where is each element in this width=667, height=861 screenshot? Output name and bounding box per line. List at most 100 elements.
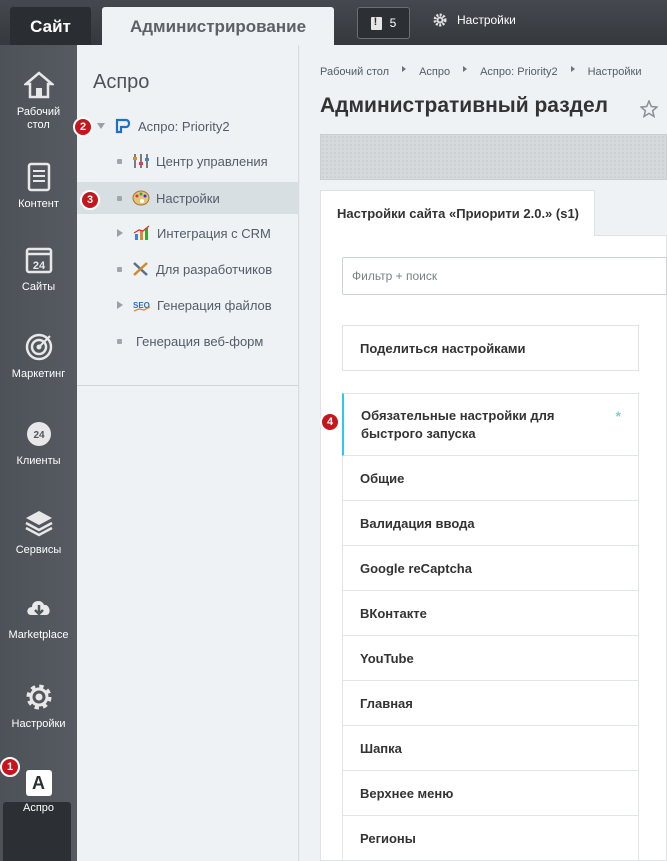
menu-item-file-generation[interactable]: SEO Генерация файлов: [77, 289, 299, 321]
clients-24-icon: 24: [26, 422, 51, 446]
aspro-a-icon: A: [25, 770, 52, 796]
breadcrumb-separator-icon: [402, 66, 407, 72]
settings-list-label: Регионы: [360, 830, 416, 846]
breadcrumb-item[interactable]: Аспро: [419, 66, 450, 78]
top-bar: Сайт Администрирование 5 Настройки: [0, 0, 667, 46]
menu-item-label: Центр управления: [156, 153, 268, 169]
star-icon[interactable]: [640, 100, 658, 118]
filter-search-input[interactable]: Фильтр + поиск: [342, 257, 667, 295]
rail-label: Клиенты: [16, 455, 61, 467]
svg-text:24: 24: [32, 260, 45, 272]
menu-item-crm-integration[interactable]: Интеграция с CRM: [77, 217, 299, 249]
menu-item-developers[interactable]: Для разработчиков: [77, 253, 299, 285]
tab-administration[interactable]: Администрирование: [102, 7, 334, 46]
settings-list-label: Шапка: [360, 740, 402, 756]
notifications-count: 5: [389, 16, 397, 30]
expand-arrow-icon[interactable]: [97, 123, 105, 129]
target-icon: [25, 333, 52, 361]
menu-item-webform-generation[interactable]: Генерация веб-форм: [77, 325, 299, 357]
bullet-icon: [117, 158, 122, 164]
breadcrumb-item[interactable]: Настройки: [588, 66, 642, 78]
tab-site[interactable]: Сайт: [10, 7, 91, 46]
rail-item-clients[interactable]: 24 Клиенты: [0, 419, 77, 468]
rail-item-desktop[interactable]: Рабочий стол: [0, 70, 77, 132]
rail-item-marketplace[interactable]: Marketplace: [0, 593, 77, 642]
menu-item-label: Генерация веб-форм: [136, 333, 264, 349]
seo-icon: SEO: [133, 301, 151, 312]
rail-item-sites[interactable]: 24 Сайты: [0, 245, 77, 294]
step-badge: 4: [320, 412, 340, 432]
gear-icon: [26, 684, 51, 710]
rail-label: Marketplace: [8, 629, 69, 641]
menu-item-aspro-priority2[interactable]: Аспро: Priority2: [77, 110, 299, 142]
svg-text:24: 24: [33, 430, 45, 441]
bullet-icon: [117, 266, 122, 272]
step-badge: 2: [73, 117, 93, 137]
expand-arrow-icon[interactable]: [117, 301, 123, 309]
settings-list-item[interactable]: Валидация ввода: [342, 501, 639, 546]
top-settings-link[interactable]: Настройки: [433, 13, 516, 27]
menu-item-label: Настройки: [156, 190, 220, 206]
notifications-button[interactable]: 5: [357, 7, 410, 39]
breadcrumb-item[interactable]: Аспро: Priority2: [480, 66, 557, 78]
menu-item-label: Генерация файлов: [157, 297, 272, 313]
settings-list-item[interactable]: Верхнее меню: [342, 771, 639, 816]
step-badge: 3: [80, 190, 100, 210]
settings-list-item[interactable]: Шапка: [342, 726, 639, 771]
breadcrumb-separator-icon: [463, 66, 468, 72]
breadcrumb-separator-icon: [570, 66, 575, 72]
rail-item-marketing[interactable]: Маркетинг: [0, 332, 77, 381]
settings-list-item[interactable]: Обязательные настройки для быстрого запу…: [342, 393, 639, 456]
settings-list-label: Google reCaptcha: [360, 560, 472, 576]
settings-list-label: ВКонтакте: [360, 605, 427, 621]
menu-item-settings[interactable]: Настройки: [77, 182, 299, 214]
cloud-download-icon: [26, 601, 50, 616]
step-badge: 1: [0, 757, 20, 777]
rail-item-settings[interactable]: Настройки: [0, 682, 77, 731]
menu-item-label: Аспро: Priority2: [138, 118, 230, 134]
tab-site-settings[interactable]: Настройки сайта «Приорити 2.0.» (s1): [320, 190, 595, 236]
settings-list-item[interactable]: YouTube: [342, 636, 639, 681]
top-settings-label: Настройки: [457, 13, 516, 27]
settings-list-item[interactable]: ВКонтакте: [342, 591, 639, 636]
settings-list-item[interactable]: Главная: [342, 681, 639, 726]
settings-list-label: Общие: [360, 470, 405, 486]
breadcrumb-item[interactable]: Рабочий стол: [320, 66, 389, 78]
palette-icon: [132, 190, 150, 206]
document-icon: [27, 162, 50, 192]
rail-label: Сайты: [21, 281, 56, 293]
settings-list-label: Валидация ввода: [360, 515, 475, 531]
rail-item-services[interactable]: Сервисы: [0, 508, 77, 557]
calendar-24-icon: 24: [25, 247, 52, 274]
home-icon: [23, 71, 54, 99]
breadcrumb: Рабочий стол Аспро Аспро: Priority2 Наст…: [320, 66, 642, 78]
settings-list-label: Главная: [360, 695, 413, 711]
expand-arrow-icon[interactable]: [117, 229, 123, 237]
sliders-icon: [133, 154, 149, 168]
menu-item-label: Интеграция с CRM: [157, 225, 271, 241]
settings-list-item[interactable]: Общие: [342, 456, 639, 501]
aspro-logo-icon: [115, 118, 131, 134]
rail-label: Рабочий стол: [16, 106, 61, 131]
main-content: Рабочий стол Аспро Аспро: Priority2 Наст…: [300, 45, 667, 861]
page-title: Административный раздел: [320, 94, 609, 117]
settings-list-item[interactable]: Регионы: [342, 816, 639, 861]
settings-list-item[interactable]: Google reCaptcha: [342, 546, 639, 591]
layers-icon: [24, 511, 53, 537]
chart-icon: [133, 225, 150, 240]
rail-label: Аспро: [22, 802, 55, 814]
settings-list-label: Обязательные настройки для быстрого запу…: [361, 407, 555, 441]
settings-list-label: YouTube: [360, 650, 414, 666]
settings-list: Обязательные настройки для быстрого запу…: [342, 393, 639, 861]
rail-label: Маркетинг: [11, 368, 66, 380]
settings-list-label: Верхнее меню: [360, 785, 454, 801]
bullet-icon: [117, 195, 122, 201]
tools-icon: [133, 262, 148, 276]
rail-label: Сервисы: [15, 544, 62, 556]
rail-label: Контент: [18, 198, 59, 210]
share-settings-button[interactable]: Поделиться настройками: [342, 325, 639, 371]
menu-item-control-center[interactable]: Центр управления: [77, 145, 299, 177]
rail-item-content[interactable]: Контент: [0, 162, 77, 211]
left-rail: Рабочий стол Контент 24 Сайты Маркетинг: [0, 45, 77, 861]
toolbar-band: [320, 134, 667, 180]
